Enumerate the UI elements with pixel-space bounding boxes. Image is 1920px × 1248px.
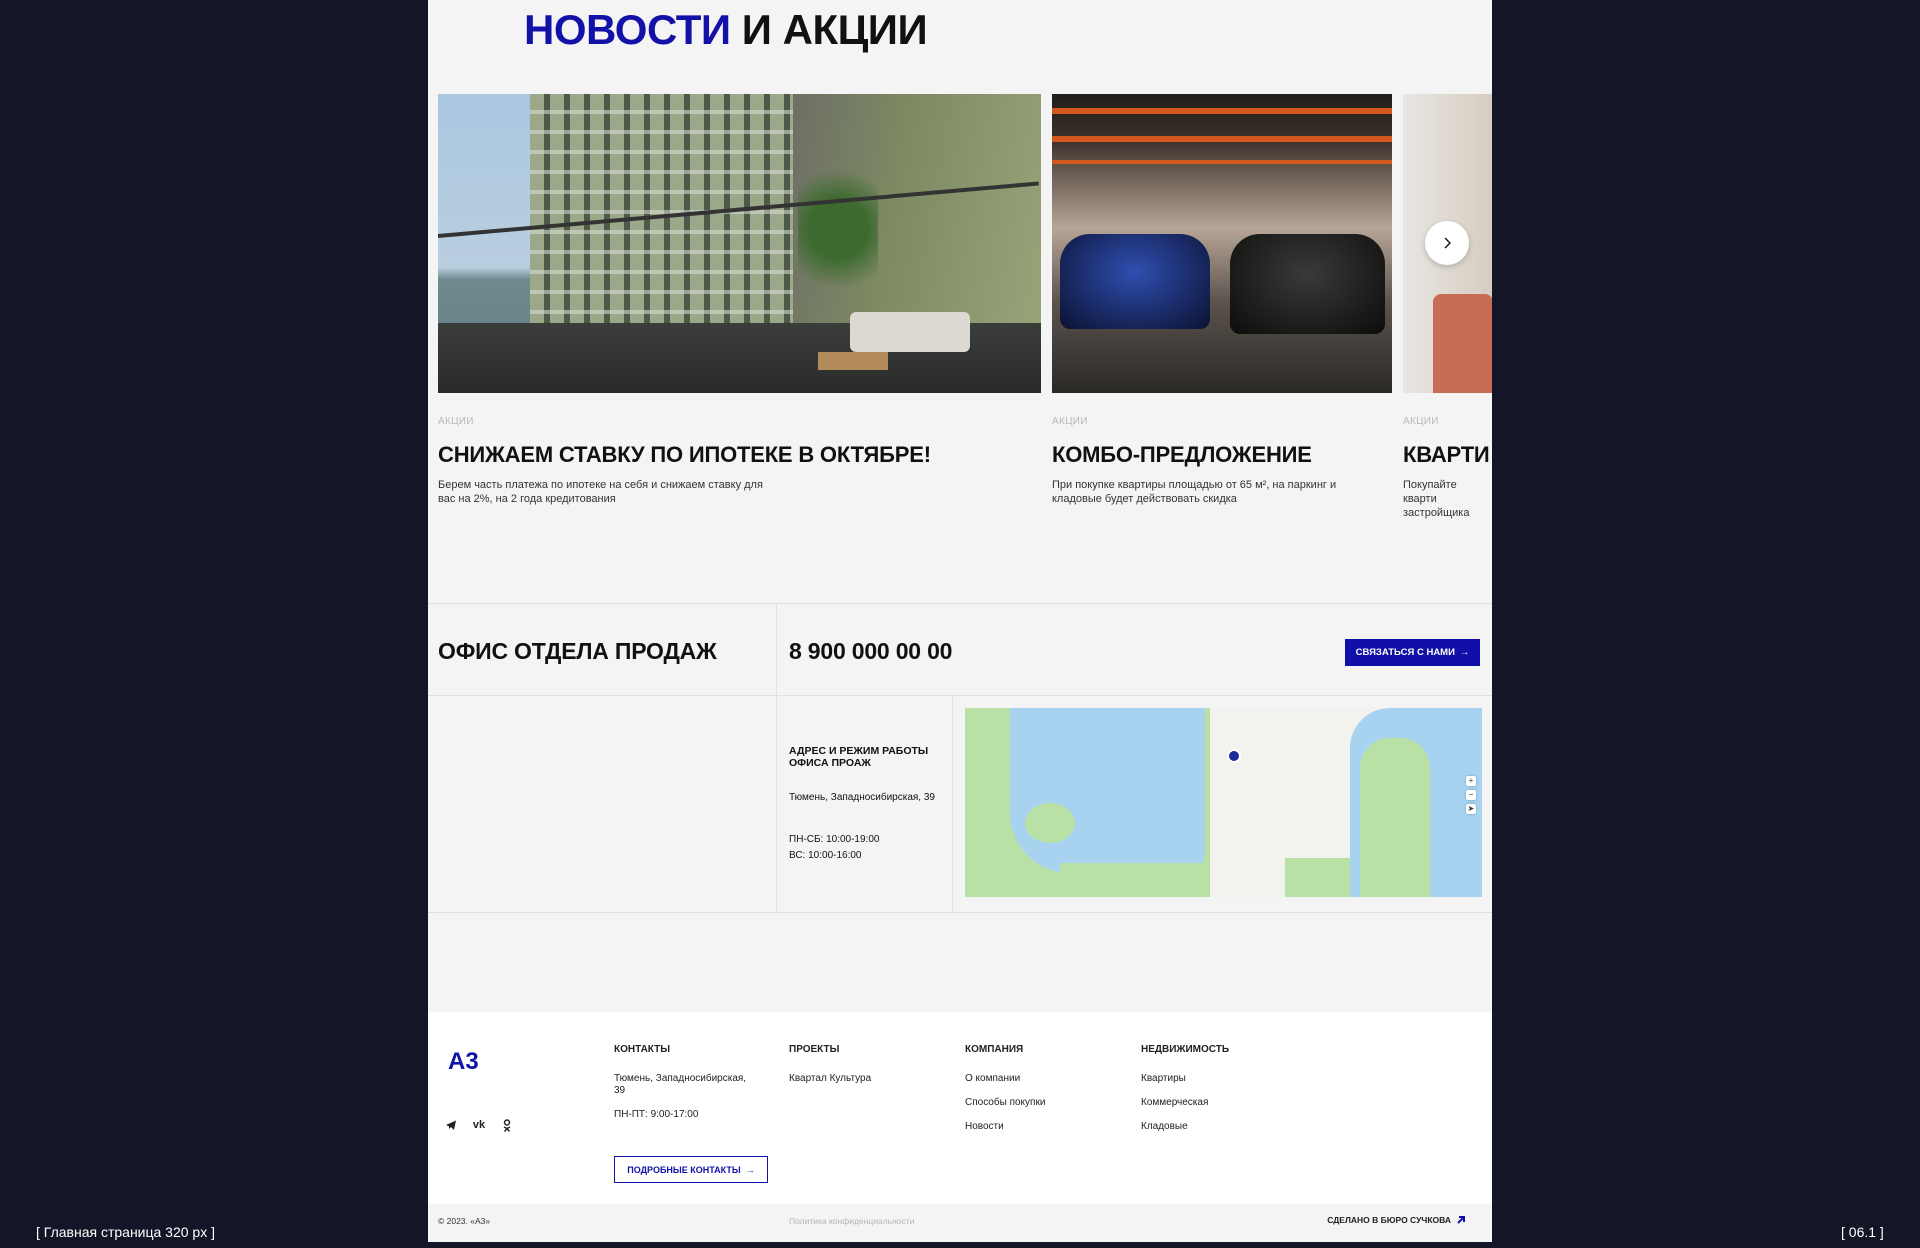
address-heading: АДРЕС И РЕЖИМ РАБОТЫ ОФИСА ПРОАЖ <box>789 745 929 769</box>
footer-realty-heading: НЕДВИЖИМОСТЬ <box>1141 1044 1230 1055</box>
divider <box>776 603 777 912</box>
footer-logo[interactable]: А3 <box>448 1048 479 1076</box>
map-pin-icon[interactable] <box>1227 749 1241 763</box>
news-card[interactable]: АКЦИИ СНИЖАЕМ СТАВКУ ПО ИПОТЕКЕ В ОКТЯБР… <box>438 94 1041 506</box>
news-card-title: СНИЖАЕМ СТАВКУ ПО ИПОТЕКЕ В ОКТЯБРЕ! <box>438 442 931 467</box>
news-card-description: Берем часть платежа по ипотеке на себя и… <box>438 479 763 505</box>
news-section-title: НОВОСТИ И АКЦИИ <box>524 6 928 54</box>
office-hours-sunday: ВС: 10:00-16:00 <box>789 850 862 861</box>
divider <box>428 912 1492 913</box>
footer-company-heading: КОМПАНИЯ <box>965 1044 1024 1055</box>
office-hours-weekdays: ПН-СБ: 10:00-19:00 <box>789 834 880 845</box>
footer-link-storage[interactable]: Кладовые <box>1141 1121 1229 1133</box>
footer-bottom-bar: © 2023. «А3» Политика конфиденциальности… <box>428 1204 1492 1242</box>
artboard-number: [ 06.1 ] <box>1841 1224 1884 1240</box>
news-card-title: КОМБО-ПРЕДЛОЖЕНИЕ <box>1052 442 1312 467</box>
contact-us-button[interactable]: СВЯЗАТЬСЯ С НАМИ → <box>1345 639 1480 666</box>
news-card-tag: АКЦИИ <box>438 416 474 427</box>
news-card[interactable]: АКЦИИ КОМБО-ПРЕДЛОЖЕНИЕ При покупке квар… <box>1052 94 1392 506</box>
office-address: Тюмень, Западносибирская, 39 <box>789 792 935 803</box>
telegram-icon[interactable] <box>444 1118 458 1132</box>
office-phone[interactable]: 8 900 000 00 00 <box>789 638 952 665</box>
artboard-caption: [ Главная страница 320 px ] <box>36 1224 215 1240</box>
divider <box>952 695 953 912</box>
footer-contacts-heading: КОНТАКТЫ <box>614 1044 671 1055</box>
page-artboard: НОВОСТИ И АКЦИИ АКЦИИ СНИЖАЕМ СТАВКУ ПО … <box>428 0 1492 1242</box>
footer-hours: ПН-ПТ: 9:00-17:00 <box>614 1109 699 1120</box>
footer-link-purchase-methods[interactable]: Способы покупки <box>965 1097 1045 1109</box>
news-card-description: При покупке квартиры площадью от 65 м², … <box>1052 479 1337 505</box>
news-card-description: Покупайте кварти застройщика <box>1403 479 1470 519</box>
news-card-image-balcony <box>438 94 1041 393</box>
news-card-tag: АКЦИИ <box>1403 416 1439 427</box>
footer-link-apartments[interactable]: Квартиры <box>1141 1073 1229 1085</box>
footer-link-about[interactable]: О компании <box>965 1073 1045 1085</box>
footer-link-news[interactable]: Новости <box>965 1121 1045 1133</box>
office-hours: ПН-СБ: 10:00-19:00 ВС: 10:00-16:00 <box>789 832 939 864</box>
footer-contacts-column: КОНТАКТЫ Тюмень, Западносибирская, 39 ПН… <box>614 1044 754 1133</box>
slider-next-button[interactable] <box>1425 221 1469 265</box>
contact-us-label: СВЯЗАТЬСЯ С НАМИ <box>1355 647 1455 658</box>
footer-company-column: КОМПАНИЯ О компании Способы покупки Ново… <box>965 1044 1045 1145</box>
map-zoom-controls[interactable]: + − ➤ <box>1466 776 1476 836</box>
office-map[interactable]: + − ➤ <box>965 708 1482 897</box>
divider <box>428 603 1492 604</box>
copyright: © 2023. «А3» <box>438 1216 491 1226</box>
footer-projects-heading: ПРОЕКТЫ <box>789 1044 840 1055</box>
office-title: ОФИС ОТДЕЛА ПРОДАЖ <box>438 638 717 664</box>
news-card-title: КВАРТИ <box>1403 442 1490 467</box>
news-card[interactable]: АКЦИИ КВАРТИ Покупайте кварти застройщик… <box>1403 94 1492 520</box>
chevron-right-icon <box>1444 237 1451 249</box>
divider <box>428 695 1492 696</box>
arrow-up-right-icon <box>1457 1216 1465 1224</box>
geolocation-icon[interactable]: ➤ <box>1466 804 1476 814</box>
footer-address: Тюмень, Западносибирская, 39 <box>614 1073 747 1096</box>
arrow-right-icon: → <box>1459 647 1470 658</box>
footer-link-kvartal-kultura[interactable]: Квартал Культура <box>789 1073 871 1085</box>
zoom-out-icon[interactable]: − <box>1466 790 1476 800</box>
made-by-label: СДЕЛАНО В БЮРО СУЧКОВА <box>1327 1215 1451 1225</box>
zoom-in-icon[interactable]: + <box>1466 776 1476 786</box>
footer-link-commercial[interactable]: Коммерческая <box>1141 1097 1229 1109</box>
news-card-image-parking <box>1052 94 1392 393</box>
social-links: vk <box>444 1118 514 1132</box>
footer-realty-column: НЕДВИЖИМОСТЬ Квартиры Коммерческая Кладо… <box>1141 1044 1229 1145</box>
footer-projects-column: ПРОЕКТЫ Квартал Культура <box>789 1044 871 1097</box>
footer: А3 vk КОНТАКТЫ Тюмень, Западносибирская,… <box>428 1012 1492 1204</box>
privacy-policy-link[interactable]: Политика конфиденциальности <box>789 1216 914 1226</box>
made-by-link[interactable]: СДЕЛАНО В БЮРО СУЧКОВА <box>1327 1215 1466 1225</box>
news-title-rest: И АКЦИИ <box>741 6 928 53</box>
news-card-tag: АКЦИИ <box>1052 416 1088 427</box>
arrow-right-icon: → <box>745 1164 755 1175</box>
odnoklassniki-icon[interactable] <box>500 1118 514 1132</box>
more-contacts-label: ПОДРОБНЫЕ КОНТАКТЫ <box>627 1164 741 1175</box>
more-contacts-button[interactable]: ПОДРОБНЫЕ КОНТАКТЫ → <box>614 1156 768 1183</box>
news-title-accent: НОВОСТИ <box>524 6 731 53</box>
vk-icon[interactable]: vk <box>472 1118 486 1132</box>
